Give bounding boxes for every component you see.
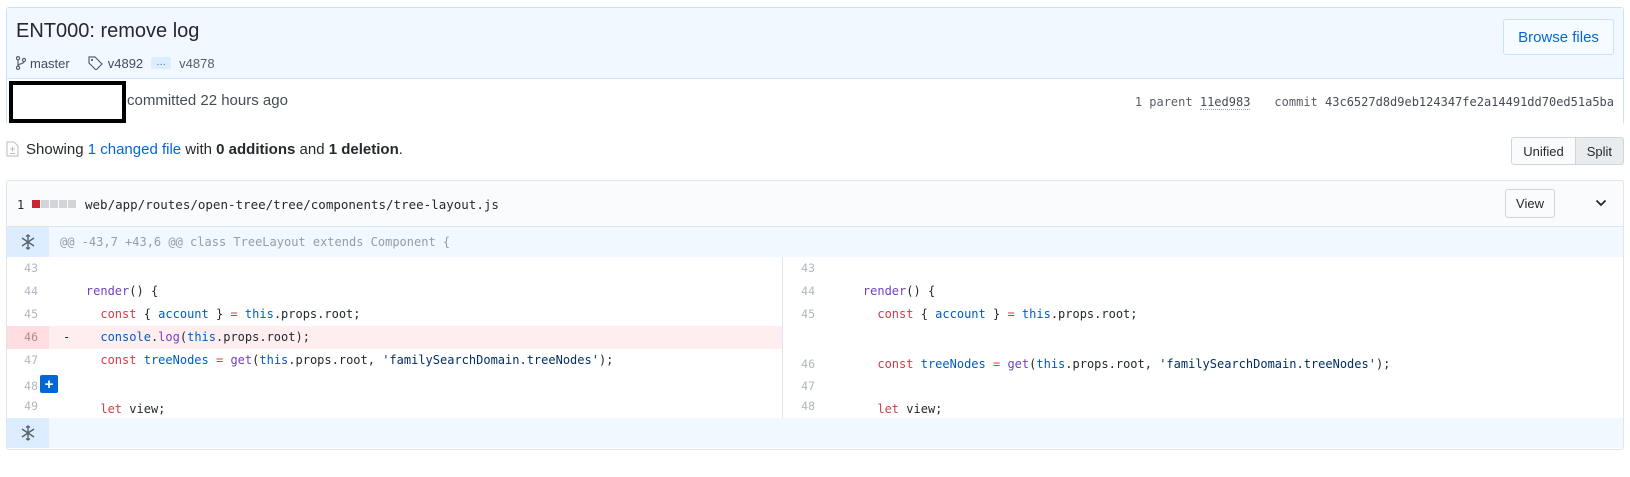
code-line: render() {	[862, 284, 936, 298]
diff-summary-bar: Showing 1 changed file with 0 additions …	[6, 137, 1624, 165]
line-number[interactable]: 45	[784, 303, 826, 326]
hunk-header: @@ -43,7 +43,6 @@ class TreeLayout exten…	[7, 227, 1623, 257]
tag-icon	[88, 56, 103, 70]
diffstat-block	[41, 200, 49, 208]
parent-label: 1 parent	[1134, 95, 1193, 109]
commit-sha: 43c6527d8d9eb124347fe2a14491dd70ed51a5ba	[1325, 95, 1614, 109]
parent-sha-link[interactable]: 11ed983	[1199, 95, 1251, 110]
ellipsis-expander[interactable]: …	[151, 57, 172, 69]
left-side: 49 let view;	[7, 395, 783, 418]
with-text: with	[185, 141, 212, 158]
diff-row-deleted: 46 - console.log(this.props.root);	[7, 326, 1623, 349]
unfold-icon[interactable]	[7, 227, 49, 257]
diff-row: 45 const { account } = this.props.root; …	[7, 303, 1623, 326]
right-side: 47	[784, 372, 1623, 395]
hunk-footer	[7, 418, 1623, 448]
left-side: 44 render() {	[7, 280, 783, 303]
commit-title: ENT000: remove log	[16, 20, 200, 42]
view-file-button[interactable]: View	[1505, 189, 1555, 218]
branch-list: master v4892 … v4878	[16, 54, 215, 72]
browse-files-button[interactable]: Browse files	[1503, 19, 1614, 55]
code-line: console.log(this.props.root);	[100, 330, 310, 344]
diffstat-block	[68, 200, 76, 208]
file-diff-icon	[6, 141, 19, 160]
line-number[interactable]: 43	[7, 257, 49, 280]
period-text: .	[398, 141, 403, 158]
diffstat-block-deleted	[32, 200, 40, 208]
commit-header: ENT000: remove log Browse files master v…	[6, 7, 1624, 125]
left-side: 46 - console.log(this.props.root);	[7, 326, 783, 349]
right-side: 48 let view;	[784, 395, 1623, 418]
right-side: 44 render() {	[784, 280, 1623, 303]
git-branch-icon	[16, 56, 26, 70]
right-side-empty	[784, 326, 1623, 349]
line-number[interactable]: 43	[784, 257, 826, 280]
commit-meta: committed 22 hours ago 1 parent 11ed983 …	[7, 79, 1623, 125]
split-button[interactable]: Split	[1575, 137, 1624, 165]
file-path[interactable]: web/app/routes/open-tree/tree/components…	[85, 197, 499, 212]
hunk-header-text: @@ -43,7 +43,6 @@ class TreeLayout exten…	[60, 235, 451, 249]
code-line: render() {	[85, 284, 159, 298]
line-number[interactable]: 49	[7, 395, 49, 418]
and-text: and	[299, 141, 325, 158]
committed-time: committed 22 hours ago	[127, 92, 288, 109]
tag-name-last[interactable]: v4878	[179, 56, 214, 71]
diff-row: 49 let view; 48 let view;	[7, 395, 1623, 418]
line-number[interactable]: 48	[784, 395, 826, 418]
diff-row: 47 const treeNodes = get(this.props.root…	[7, 349, 1623, 372]
commit-label: commit	[1274, 95, 1318, 109]
additions-count: 0 additions	[216, 141, 296, 158]
diff-row: 48 + 47	[7, 372, 1623, 395]
sha-info: 1 parent 11ed983 commit 43c6527d8d9eb124…	[1135, 95, 1614, 110]
diff-row: 44 render() { 44 render() {	[7, 280, 1623, 303]
file-diff: 1 web/app/routes/open-tree/tree/componen…	[6, 180, 1624, 450]
tag-name[interactable]: v4892	[108, 56, 143, 71]
line-number[interactable]: 44	[784, 280, 826, 303]
file-header: 1 web/app/routes/open-tree/tree/componen…	[7, 181, 1623, 227]
line-number	[784, 326, 826, 349]
unfold-icon[interactable]	[7, 418, 49, 448]
right-side: 43	[784, 257, 1623, 280]
diffstat	[32, 200, 77, 208]
line-number[interactable]: 47	[7, 349, 49, 372]
deletions-count: 1 deletion	[328, 141, 399, 158]
line-number[interactable]: 44	[7, 280, 49, 303]
unified-button[interactable]: Unified	[1511, 137, 1576, 165]
code-line: const treeNodes = get(this.props.root, '…	[100, 353, 614, 367]
line-number[interactable]: 46	[7, 326, 49, 349]
redacted-author	[9, 81, 126, 123]
right-side: 46 const treeNodes = get(this.props.root…	[784, 349, 1623, 372]
diffstat-block	[50, 200, 58, 208]
code-line: const { account } = this.props.root;	[100, 307, 361, 321]
code-line: const { account } = this.props.root;	[877, 307, 1138, 321]
commit-title-bar: ENT000: remove log Browse files master v…	[7, 8, 1623, 79]
diff-summary: Showing 1 changed file with 0 additions …	[26, 141, 403, 158]
changed-files-link[interactable]: 1 changed file	[88, 141, 181, 158]
left-side: 43	[7, 257, 783, 280]
diffstat-block	[59, 200, 67, 208]
diff-row: 43 43	[7, 257, 1623, 280]
chevron-down-icon[interactable]	[1595, 195, 1607, 211]
right-side: 45 const { account } = this.props.root;	[784, 303, 1623, 326]
diff-view-toggle: Unified Split	[1511, 137, 1624, 165]
add-comment-button[interactable]: +	[40, 375, 58, 393]
left-side: 47 const treeNodes = get(this.props.root…	[7, 349, 783, 372]
line-number[interactable]: 45	[7, 303, 49, 326]
showing-text: Showing	[26, 141, 84, 158]
branch-name[interactable]: master	[30, 56, 70, 71]
left-side: 48 +	[7, 372, 783, 395]
left-side: 45 const { account } = this.props.root;	[7, 303, 783, 326]
change-count: 1	[17, 198, 25, 212]
